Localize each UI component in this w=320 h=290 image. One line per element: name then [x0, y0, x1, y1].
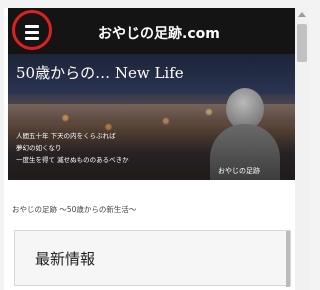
hero-poem-line: 人間五十年 下天の内をくらぶれば: [16, 132, 116, 140]
browser-viewport: おやじの足跡.com 50歳からの… New Life 人間五十年 下天の内をく…: [4, 8, 309, 290]
hero-poem-line: 一度生を得て 滅せぬもののあるべきか: [16, 156, 129, 164]
latest-news-section: 最新情報: [14, 230, 291, 287]
site-title[interactable]: おやじの足跡.com: [98, 23, 220, 43]
hero-poem: 人間五十年 下天の内をくらぶれば 夢幻の如くなり 一度生を得て 滅せぬもののある…: [16, 130, 129, 166]
hero-banner: 50歳からの… New Life 人間五十年 下天の内をくらぶれば 夢幻の如くな…: [8, 54, 295, 180]
site-header: おやじの足跡.com: [8, 8, 295, 54]
scroll-up-arrow-icon[interactable]: [298, 12, 306, 17]
hero-title: 50歳からの… New Life: [16, 64, 184, 82]
hamburger-menu-icon: [25, 25, 39, 43]
section-edge: [286, 231, 290, 287]
vertical-scrollbar[interactable]: [295, 8, 309, 290]
breadcrumb[interactable]: おやじの足跡 〜50歳からの新生活〜: [12, 204, 136, 215]
scroll-thumb[interactable]: [297, 24, 307, 62]
page-content: おやじの足跡.com 50歳からの… New Life 人間五十年 下天の内をく…: [8, 8, 295, 290]
hero-caption: おやじの足跡: [218, 167, 260, 175]
menu-button[interactable]: [12, 10, 52, 50]
section-title: 最新情報: [35, 250, 96, 268]
hero-poem-line: 夢幻の如くなり: [16, 144, 62, 152]
